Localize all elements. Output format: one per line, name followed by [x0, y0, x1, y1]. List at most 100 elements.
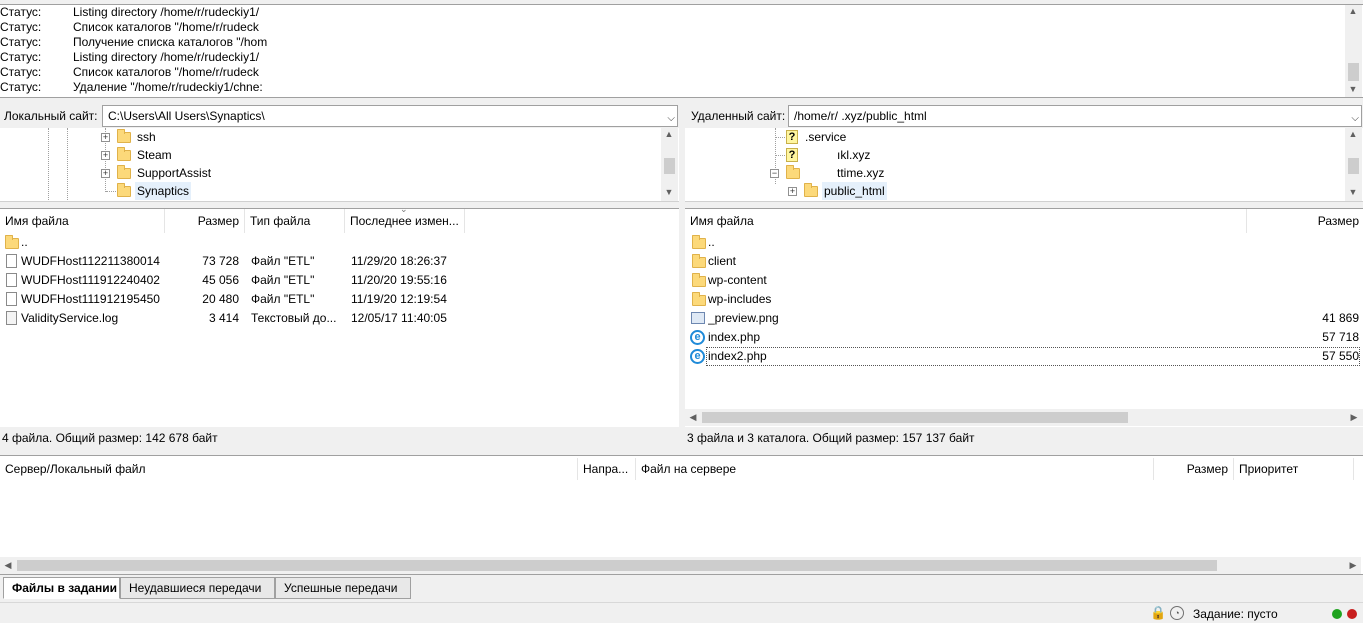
tree-item[interactable]: ? ıkl.xyz — [775, 146, 1335, 164]
local-directory-tree[interactable]: + ssh + Steam + SupportAssist Synaptics … — [0, 128, 679, 202]
tab-queued-files[interactable]: Файлы в задании — [3, 577, 120, 599]
file-row[interactable]: WUDFHost111912195450... 20 480 Файл "ETL… — [0, 290, 679, 309]
sort-indicator-icon: ⌃ — [962, 208, 970, 214]
scrollbar-thumb[interactable] — [1348, 63, 1359, 81]
local-file-list[interactable]: Имя файла Размер Тип файла Последнее изм… — [0, 208, 679, 427]
queue-header-priority[interactable]: Приоритет — [1234, 458, 1354, 480]
log-message: Listing directory /home/r/rudeckiy1/ — [73, 5, 260, 19]
folder-icon — [5, 235, 19, 249]
file-name: wp-includes — [708, 292, 772, 306]
file-row[interactable]: WUDFHost111912240402... 45 056 Файл "ETL… — [0, 271, 679, 290]
expand-icon[interactable]: + — [788, 187, 797, 196]
tab-successful-transfers[interactable]: Успешные передачи — [275, 577, 411, 599]
file-row[interactable]: ValidityService.log 3 414 Текстовый до..… — [0, 309, 679, 328]
scroll-down-icon[interactable]: ▼ — [1345, 85, 1361, 94]
tree-item[interactable]: + SupportAssist — [100, 164, 660, 182]
remote-tree-scrollbar[interactable]: ▲ ▼ — [1345, 128, 1362, 201]
file-row[interactable]: e index.php 57 718 — [685, 328, 1363, 347]
file-row-focused[interactable]: e index2.php 57 550 — [685, 347, 1363, 366]
log-message: Получение списка каталогов "/hom — [73, 35, 267, 49]
scrollbar-thumb[interactable] — [17, 560, 1217, 571]
column-header-type[interactable]: Тип файла — [245, 209, 345, 233]
remote-directory-tree[interactable]: ? .service ? ıkl.xyz − ttime.xyz + publi… — [685, 128, 1363, 202]
file-row[interactable]: wp-content — [685, 271, 1363, 290]
scroll-down-icon[interactable]: ▼ — [1345, 188, 1361, 197]
message-log[interactable]: Статус: Listing directory /home/r/rudecki… — [0, 4, 1363, 98]
scroll-up-icon[interactable]: ▲ — [661, 130, 677, 139]
column-header-name[interactable]: Имя файла — [0, 209, 165, 233]
tree-item[interactable]: + ssh — [100, 128, 660, 146]
scroll-left-icon[interactable]: ◀ — [685, 413, 701, 422]
file-row[interactable]: .. — [0, 233, 679, 252]
tree-item[interactable]: − ttime.xyz — [769, 164, 1329, 182]
log-message: Listing directory /home/r/rudeckiy1/ — [73, 50, 260, 64]
scroll-up-icon[interactable]: ▲ — [1345, 130, 1361, 139]
pane-splitter[interactable] — [679, 104, 685, 448]
file-name: _preview.png — [708, 311, 779, 325]
speed-limit-icon[interactable]: ◔ — [1170, 606, 1184, 620]
remote-file-list[interactable]: Имя файла Размер ⌃ .. client wp-content … — [685, 208, 1363, 427]
file-row[interactable]: WUDFHost112211380014... 73 728 Файл "ETL… — [0, 252, 679, 271]
tab-failed-transfers[interactable]: Неудавшиеся передачи — [120, 577, 275, 599]
queue-header-size[interactable]: Размер — [1154, 458, 1234, 480]
tree-item[interactable]: ? .service — [775, 128, 1335, 146]
column-header-size[interactable]: Размер — [1247, 209, 1363, 233]
tree-item-label: public_html — [822, 182, 887, 200]
tree-item-selected[interactable]: + public_html — [787, 182, 1347, 200]
scroll-right-icon[interactable]: ▶ — [1345, 561, 1361, 570]
log-label: Статус: — [0, 50, 42, 64]
folder-icon — [692, 292, 706, 306]
php-file-icon: e — [690, 330, 705, 345]
file-row[interactable]: wp-includes — [685, 290, 1363, 309]
expand-icon[interactable]: + — [101, 151, 110, 160]
scrollbar-thumb[interactable] — [664, 158, 675, 174]
chevron-down-icon[interactable]: ⌵ — [667, 109, 675, 126]
log-label: Статус: — [0, 35, 42, 49]
queue-header-direction[interactable]: Напра... — [578, 458, 636, 480]
text-file-icon — [6, 311, 17, 325]
remote-list-hscrollbar[interactable]: ◀ ▶ — [685, 409, 1363, 426]
file-size: 41 869 — [1322, 311, 1359, 325]
queue-header-local-file[interactable]: Сервер/Локальный файл — [0, 458, 578, 480]
local-status-line: 4 файла. Общий размер: 142 678 байт — [0, 428, 679, 448]
tree-item-label: SupportAssist — [137, 166, 212, 180]
transfer-queue[interactable]: Сервер/Локальный файл Напра... Файл на с… — [0, 455, 1363, 575]
file-name: ValidityService.log — [21, 311, 119, 325]
tree-guide-line — [775, 155, 785, 156]
collapse-icon[interactable]: − — [770, 169, 779, 178]
scroll-up-icon[interactable]: ▲ — [1345, 7, 1361, 16]
file-name: index2.php — [708, 349, 767, 363]
queue-header-remote-file[interactable]: Файл на сервере — [636, 458, 1154, 480]
chevron-down-icon[interactable]: ⌵ — [1351, 109, 1359, 126]
file-row[interactable]: _preview.png 41 869 — [685, 309, 1363, 328]
file-row[interactable]: client — [685, 252, 1363, 271]
expand-icon[interactable]: + — [101, 169, 110, 178]
scroll-down-icon[interactable]: ▼ — [661, 188, 677, 197]
scrollbar-thumb[interactable] — [1348, 158, 1359, 174]
column-header-size[interactable]: Размер — [165, 209, 245, 233]
log-message: Список каталогов "/home/r/rudeck — [73, 20, 259, 34]
file-row[interactable]: .. — [685, 233, 1363, 252]
file-modified: 12/05/17 11:40:05 — [351, 311, 447, 325]
log-label: Статус: — [0, 20, 42, 34]
queue-status-text: Задание: пусто — [1193, 607, 1278, 621]
local-tree-scrollbar[interactable]: ▲ ▼ — [661, 128, 678, 201]
log-label: Статус: — [0, 80, 42, 94]
tree-guide-line — [67, 128, 68, 201]
file-name: .. — [21, 235, 28, 249]
scrollbar-thumb[interactable] — [702, 412, 1128, 423]
folder-icon — [117, 183, 131, 197]
tree-item-selected[interactable]: Synaptics — [100, 182, 660, 200]
expand-icon[interactable]: + — [101, 133, 110, 142]
local-path-combo[interactable]: C:\Users\All Users\Synaptics\ ⌵ — [102, 105, 678, 127]
local-path-value: C:\Users\All Users\Synaptics\ — [108, 109, 265, 123]
file-size: 3 414 — [208, 311, 239, 325]
remote-path-combo[interactable]: /home/r/ .xyz/public_html ⌵ — [788, 105, 1362, 127]
scroll-right-icon[interactable]: ▶ — [1346, 413, 1362, 422]
log-scrollbar[interactable]: ▲ ▼ — [1345, 5, 1362, 97]
tree-item[interactable]: + Steam — [100, 146, 660, 164]
queue-hscrollbar[interactable]: ◀ ▶ — [0, 557, 1361, 574]
scroll-left-icon[interactable]: ◀ — [0, 561, 16, 570]
file-size: 57 550 — [1322, 349, 1359, 363]
file-type: Текстовый до... — [251, 311, 337, 325]
